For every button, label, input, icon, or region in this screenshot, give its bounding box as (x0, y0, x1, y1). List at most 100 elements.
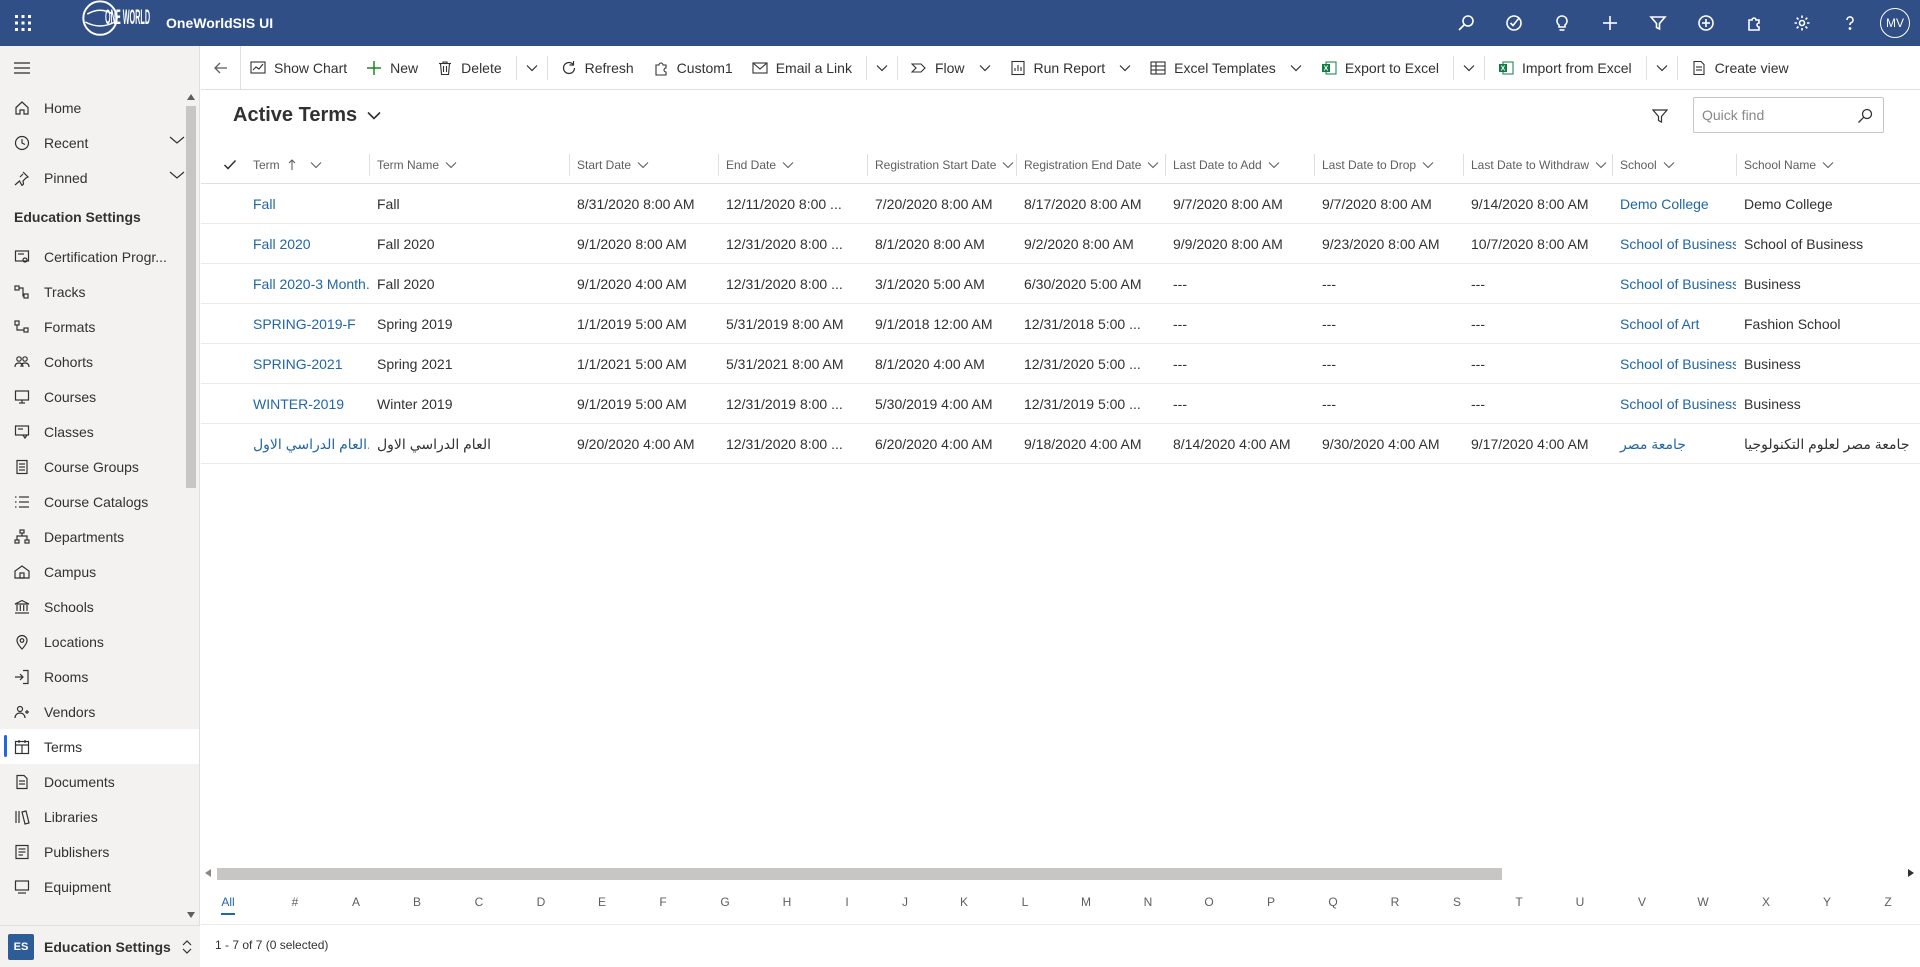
table-row[interactable]: WINTER-2019 Winter 2019 9/1/2019 5:00 AM 12… (201, 384, 1920, 424)
user-avatar[interactable]: MV (1880, 8, 1910, 38)
scroll-left-arrow-icon[interactable] (205, 869, 211, 877)
sidebar-item-equipment[interactable]: Equipment (0, 869, 199, 904)
quick-find-input[interactable] (1702, 107, 1852, 123)
excel-templates-button[interactable]: Excel Templates (1141, 46, 1312, 90)
filter-icon[interactable] (1634, 0, 1682, 46)
sidebar-item-course-groups[interactable]: Course Groups (0, 449, 199, 484)
hamburger-menu-icon[interactable] (0, 46, 199, 90)
cell-term[interactable]: WINTER-2019 (245, 384, 369, 424)
show-chart-button[interactable]: Show Chart (241, 46, 357, 90)
sidebar-item-certification-programs[interactable]: Certification Progr... (0, 239, 199, 274)
app-title[interactable]: OneWorldSIS UI (166, 15, 273, 31)
column-header-registration-end-date[interactable]: Registration End Date (1016, 146, 1165, 184)
cell-school[interactable]: School of Business. (1612, 264, 1736, 304)
alphabet-filter-letter[interactable]: W (1688, 893, 1718, 917)
delete-button[interactable]: Delete (428, 46, 511, 90)
import-from-excel-button[interactable]: X Import from Excel (1489, 46, 1642, 90)
export-to-excel-button[interactable]: X Export to Excel (1312, 46, 1449, 90)
alphabet-filter-letter[interactable]: T (1504, 893, 1534, 917)
import-excel-dropdown[interactable] (1651, 46, 1673, 90)
cell-term[interactable]: SPRING-2019-F (245, 304, 369, 344)
help-icon[interactable] (1826, 0, 1874, 46)
column-header-last-date-to-withdraw[interactable]: Last Date to Withdraw (1463, 146, 1612, 184)
alphabet-filter-letter[interactable]: K (949, 893, 979, 917)
alphabet-filter-letter[interactable]: Z (1873, 893, 1903, 917)
table-row[interactable]: Fall 2020 Fall 2020 9/1/2020 8:00 AM 12/31/… (201, 224, 1920, 264)
sidebar-item-rooms[interactable]: Rooms (0, 659, 199, 694)
run-report-button[interactable]: Run Report (1001, 46, 1142, 90)
alphabet-filter-letter[interactable]: A (341, 893, 371, 917)
cell-term[interactable]: Fall 2020 (245, 224, 369, 264)
lightbulb-icon[interactable] (1538, 0, 1586, 46)
column-header-last-date-to-add[interactable]: Last Date to Add (1165, 146, 1314, 184)
scroll-right-arrow-icon[interactable] (1908, 869, 1914, 877)
cell-term[interactable]: العام الدراسي الاول... (245, 424, 369, 464)
cell-school[interactable]: School of Art (1612, 304, 1736, 344)
column-header-term-name[interactable]: Term Name (369, 146, 569, 184)
alphabet-filter-letter[interactable]: R (1380, 893, 1410, 917)
export-excel-dropdown[interactable] (1458, 46, 1480, 90)
alphabet-filter-letter[interactable]: I (832, 893, 862, 917)
column-header-last-date-to-drop[interactable]: Last Date to Drop (1314, 146, 1463, 184)
alphabet-filter-letter[interactable]: Y (1812, 893, 1842, 917)
alphabet-filter-letter[interactable]: E (587, 893, 617, 917)
column-header-term[interactable]: Term (245, 146, 369, 184)
sidebar-item-documents[interactable]: Documents (0, 764, 199, 799)
table-row[interactable]: SPRING-2019-F Spring 2019 1/1/2019 5:00 AM… (201, 304, 1920, 344)
alphabet-filter-letter[interactable]: U (1565, 893, 1595, 917)
column-header-school-name[interactable]: School Name (1736, 146, 1920, 184)
alphabet-filter-letter[interactable]: # (280, 893, 310, 917)
table-row[interactable]: العام الدراسي الاول... العام الدراسي الاو… (201, 424, 1920, 464)
puzzle-icon[interactable] (1730, 0, 1778, 46)
alphabet-filter-letter[interactable]: O (1194, 893, 1224, 917)
back-button[interactable] (201, 45, 241, 90)
sidebar-item-departments[interactable]: Departments (0, 519, 199, 554)
sidebar-item-publishers[interactable]: Publishers (0, 834, 199, 869)
more-email-dropdown[interactable] (871, 46, 893, 90)
search-icon[interactable] (1442, 0, 1490, 46)
email-link-button[interactable]: Email a Link (743, 46, 862, 90)
sidebar-item-classes[interactable]: Classes (0, 414, 199, 449)
refresh-button[interactable]: Refresh (552, 46, 644, 90)
sidebar-item-course-catalogs[interactable]: Course Catalogs (0, 484, 199, 519)
sidebar-item-vendors[interactable]: Vendors (0, 694, 199, 729)
alphabet-filter-letter[interactable]: S (1442, 893, 1472, 917)
column-header-school[interactable]: School (1612, 146, 1736, 184)
alphabet-filter-letter[interactable]: X (1751, 893, 1781, 917)
cell-term[interactable]: Fall 2020-3 Month. (245, 264, 369, 304)
chevron-down-icon[interactable] (169, 170, 185, 180)
cell-school[interactable]: School of Business. (1612, 224, 1736, 264)
sidebar-item-schools[interactable]: Schools (0, 589, 199, 624)
sidebar-item-terms[interactable]: Terms (0, 729, 199, 764)
sidebar-item-cohorts[interactable]: Cohorts (0, 344, 199, 379)
alphabet-filter-letter[interactable]: H (772, 893, 802, 917)
column-header-start-date[interactable]: Start Date (569, 146, 718, 184)
sidebar-item-courses[interactable]: Courses (0, 379, 199, 414)
circle-plus-icon[interactable] (1682, 0, 1730, 46)
filter-button[interactable] (1652, 108, 1668, 124)
sidebar-item-recent[interactable]: Recent (0, 125, 199, 160)
sidebar-item-pinned[interactable]: Pinned (0, 160, 199, 195)
alphabet-filter-letter[interactable]: P (1256, 893, 1286, 917)
alphabet-filter-letter[interactable]: G (710, 893, 740, 917)
alphabet-filter-letter[interactable]: L (1010, 893, 1040, 917)
alphabet-filter-letter[interactable]: C (464, 893, 494, 917)
create-view-button[interactable]: Create view (1682, 46, 1799, 90)
more-delete-dropdown[interactable] (521, 46, 543, 90)
sidebar-item-home[interactable]: Home (0, 90, 199, 125)
sidebar-scrollbar-thumb[interactable] (186, 106, 196, 488)
sidebar-item-tracks[interactable]: Tracks (0, 274, 199, 309)
flow-button[interactable]: Flow (902, 46, 1001, 90)
scroll-up-arrow-icon[interactable] (187, 94, 195, 100)
area-switcher[interactable]: ES Education Settings (0, 925, 200, 967)
table-row[interactable]: Fall 2020-3 Month. Fall 2020 9/1/2020 4:00… (201, 264, 1920, 304)
gear-icon[interactable] (1778, 0, 1826, 46)
alphabet-filter-letter[interactable]: B (402, 893, 432, 917)
scroll-down-arrow-icon[interactable] (187, 912, 195, 918)
alphabet-filter-letter[interactable]: M (1071, 893, 1101, 917)
table-row[interactable]: SPRING-2021 Spring 2021 1/1/2021 5:00 AM 5/… (201, 344, 1920, 384)
search-icon[interactable] (1857, 108, 1873, 124)
alphabet-filter-letter[interactable]: J (890, 893, 920, 917)
cell-school[interactable]: Demo College (1612, 184, 1736, 224)
custom1-button[interactable]: Custom1 (644, 46, 743, 90)
